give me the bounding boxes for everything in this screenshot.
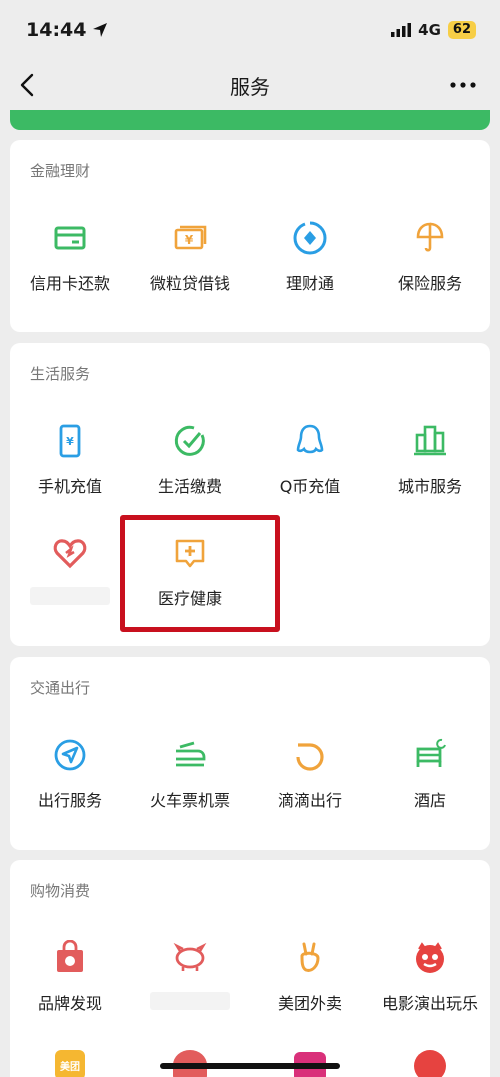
heart-icon	[53, 539, 87, 569]
status-bar: 14:44 4G 62	[0, 0, 500, 60]
charity-service[interactable]	[10, 535, 130, 625]
wealth-icon	[293, 221, 327, 255]
city-buildings-icon	[414, 425, 446, 456]
partial-icon-red-circle[interactable]	[414, 1050, 446, 1077]
hotel[interactable]: 酒店	[370, 737, 490, 827]
check-circle-icon	[174, 425, 205, 456]
highlight-annotation	[120, 515, 280, 632]
item-label: 出行服务	[37, 791, 102, 810]
svg-text:¥: ¥	[66, 435, 74, 448]
licaitong[interactable]: 理财通	[250, 220, 370, 310]
didi-icon	[296, 743, 324, 771]
status-time: 14:44	[26, 19, 108, 41]
penguin-icon	[296, 424, 324, 454]
status-right: 4G 62	[391, 21, 476, 39]
section-title: 金融理财	[30, 162, 91, 180]
transport-section: 交通出行 出行服务 火车票机票 滴滴出行 酒店	[10, 657, 490, 850]
umbrella-icon	[416, 222, 444, 252]
meituan-tile-label: 美团	[60, 1061, 80, 1073]
cat-face-icon	[416, 942, 444, 973]
back-arrow-icon[interactable]	[16, 72, 42, 98]
signal-icon	[391, 23, 412, 37]
train-flight-tickets[interactable]: 火车票机票	[130, 737, 250, 827]
item-label: 手机充值	[37, 477, 102, 496]
item-label: 电影演出玩乐	[381, 994, 478, 1013]
kangaroo-icon	[300, 942, 320, 972]
shopping-item-blurred[interactable]	[130, 940, 250, 1030]
section-title: 生活服务	[30, 365, 91, 383]
item-label: 滴滴出行	[277, 791, 342, 810]
travel-service[interactable]: 出行服务	[10, 737, 130, 827]
train-icon	[176, 741, 206, 767]
network-type: 4G	[418, 21, 441, 39]
wallet-banner[interactable]	[10, 110, 490, 130]
pig-icon	[173, 942, 207, 971]
home-indicator	[160, 1063, 340, 1069]
movies-shows-fun[interactable]: 电影演出玩乐	[370, 940, 490, 1030]
insurance-service[interactable]: 保险服务	[370, 220, 490, 310]
item-label: 火车票机票	[149, 791, 230, 810]
blurred-label	[30, 587, 110, 605]
blurred-label	[150, 992, 230, 1010]
phone-icon: ¥	[59, 424, 81, 458]
more-icon[interactable]	[448, 74, 478, 96]
section-title: 购物消费	[30, 882, 91, 900]
phone-recharge[interactable]: ¥ 手机充值	[10, 423, 130, 513]
brand-discovery[interactable]: 品牌发现	[10, 940, 130, 1030]
item-label: 信用卡还款	[29, 274, 110, 293]
svg-text:¥: ¥	[185, 233, 194, 247]
item-label: 美团外卖	[277, 994, 342, 1013]
battery-indicator: 62	[447, 21, 476, 39]
item-label: 保险服务	[397, 274, 462, 293]
item-label: Q币充值	[279, 477, 341, 496]
item-label: 理财通	[285, 274, 334, 293]
navigation-icon	[54, 739, 86, 771]
meituan-waimai[interactable]: 美团外卖	[250, 940, 370, 1030]
shopping-bag-icon	[57, 940, 83, 972]
weilidai-loan[interactable]: ¥ 微粒贷借钱	[130, 220, 250, 310]
city-services[interactable]: 城市服务	[370, 423, 490, 513]
item-label: 城市服务	[397, 477, 462, 496]
section-title: 交通出行	[30, 679, 91, 697]
qcoin-recharge[interactable]: Q币充值	[250, 423, 370, 513]
meituan-tile[interactable]: 美团	[55, 1050, 85, 1077]
credit-card-repay[interactable]: 信用卡还款	[10, 220, 130, 310]
credit-card-icon	[54, 226, 86, 250]
page-title: 服务	[230, 74, 270, 99]
location-arrow-icon	[93, 23, 108, 37]
bed-icon	[416, 738, 446, 767]
nav-bar: 服务	[0, 60, 500, 110]
shopping-section: 购物消费 品牌发现 美团外卖 电影演出玩乐 美团	[10, 860, 490, 1077]
item-label: 微粒贷借钱	[149, 274, 230, 293]
item-label: 酒店	[413, 791, 446, 810]
item-label: 生活缴费	[157, 477, 222, 496]
didi-chuxing[interactable]: 滴滴出行	[250, 737, 370, 827]
clock: 14:44	[26, 19, 87, 41]
cash-icon: ¥	[174, 225, 207, 250]
utility-payment[interactable]: 生活缴费	[130, 423, 250, 513]
item-label: 品牌发现	[37, 994, 102, 1013]
finance-section: 金融理财 信用卡还款 ¥ 微粒贷借钱 理财通 保险服务	[10, 140, 490, 332]
